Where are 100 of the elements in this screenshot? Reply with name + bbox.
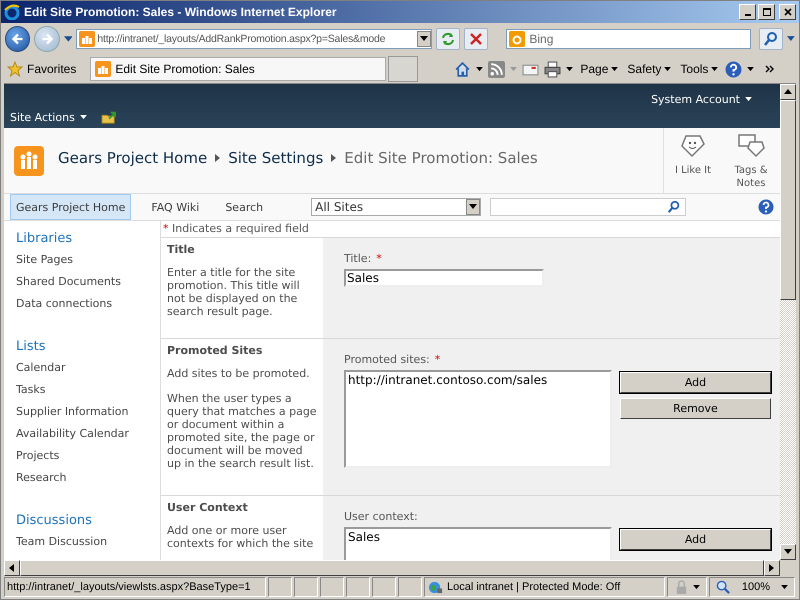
caret-icon[interactable] xyxy=(780,584,788,590)
section-description: When the user types a query that matches a page or document within a promoted site, the page or document will be moved up in the search result list. xyxy=(167,392,317,470)
section-description: Add sites to be promoted. xyxy=(167,367,311,380)
quick-launch-link[interactable]: Tasks xyxy=(16,379,160,401)
site-search-field[interactable] xyxy=(490,198,686,216)
star-icon xyxy=(7,61,23,77)
refresh-button[interactable] xyxy=(436,28,460,50)
breadcrumb-link[interactable]: Gears Project Home xyxy=(58,148,208,166)
window-title: Edit Site Promotion: Sales - Windows Internet Explorer xyxy=(24,5,338,19)
caret-icon[interactable] xyxy=(747,66,754,72)
page-title: Edit Site Promotion: Sales xyxy=(344,148,538,166)
quick-launch-link[interactable]: Research xyxy=(16,467,160,489)
maximize-button[interactable] xyxy=(758,4,775,20)
scroll-up-icon[interactable] xyxy=(784,89,792,95)
caret-icon[interactable] xyxy=(693,584,700,590)
quick-launch-heading[interactable]: Discussions xyxy=(16,511,160,531)
home-icon[interactable] xyxy=(454,60,472,78)
command-menu[interactable]: Page xyxy=(578,62,620,76)
breadcrumb-link[interactable]: Site Settings xyxy=(228,148,324,166)
printer-icon[interactable] xyxy=(544,60,562,78)
quick-launch-link[interactable]: Calendar xyxy=(16,357,160,379)
search-scope-dropdown[interactable]: All Sites xyxy=(311,198,482,216)
address-bar[interactable]: http://intranet/_layouts/AddRankPromotion.aspx?p=Sales&mode xyxy=(76,29,432,49)
form-button[interactable]: Add xyxy=(620,529,771,550)
quick-launch-link[interactable]: Data connections xyxy=(16,293,160,315)
caret-icon xyxy=(745,97,752,102)
tag-note-icon xyxy=(736,132,766,158)
quick-launch-link[interactable]: Availability Calendar xyxy=(16,423,160,445)
scroll-right-icon[interactable] xyxy=(769,564,775,572)
caret-icon xyxy=(420,36,428,42)
status-pane xyxy=(268,577,292,597)
command-menu[interactable]: Safety xyxy=(625,62,674,76)
address-dropdown-button[interactable] xyxy=(417,31,432,47)
form-button[interactable]: Add xyxy=(620,372,771,393)
search-box[interactable]: Bing xyxy=(506,29,752,49)
close-button[interactable] xyxy=(779,4,796,20)
section-title: User Context xyxy=(167,501,249,514)
status-pane xyxy=(294,577,318,597)
site-logo-icon xyxy=(14,146,44,176)
site-actions-menu[interactable]: Site Actions xyxy=(10,110,87,124)
top-nav-link[interactable]: Search xyxy=(219,194,270,220)
quick-launch-heading[interactable]: Lists xyxy=(16,337,160,357)
search-icon xyxy=(763,31,780,47)
list-entry[interactable]: Sales xyxy=(348,530,380,544)
vertical-scrollbar[interactable] xyxy=(780,84,796,560)
back-button[interactable] xyxy=(5,26,30,52)
list-box[interactable]: http://intranet.contoso.com/sales xyxy=(344,370,612,468)
site-logo-icon xyxy=(79,31,96,47)
help-icon[interactable] xyxy=(758,199,774,215)
quick-launch-link[interactable]: Team Discussion xyxy=(16,531,160,553)
caret-icon[interactable] xyxy=(476,66,484,72)
social-button[interactable]: Tags & Notes xyxy=(722,128,780,193)
close-icon xyxy=(782,7,792,17)
list-entry[interactable]: http://intranet.contoso.com/sales xyxy=(348,373,548,387)
minimize-icon xyxy=(744,14,750,16)
zoom-icon[interactable] xyxy=(716,580,731,594)
caret-icon xyxy=(711,66,718,72)
folder-arrow-icon[interactable] xyxy=(100,110,117,124)
section-title: Title xyxy=(167,243,196,256)
command-menu[interactable]: Tools xyxy=(678,62,720,76)
status-url: http://intranet/_layouts/viewlsts.aspx?BaseType=1 xyxy=(4,577,266,597)
search-button[interactable] xyxy=(759,28,784,50)
quick-launch-link[interactable]: Supplier Information xyxy=(16,401,160,423)
quick-launch-link[interactable]: Projects xyxy=(16,445,160,467)
help-icon[interactable] xyxy=(725,60,742,78)
stop-button[interactable] xyxy=(464,28,488,50)
tab-title: Edit Site Promotion: Sales xyxy=(115,62,255,76)
caret-icon xyxy=(80,114,87,120)
quick-launch-heading[interactable]: Libraries xyxy=(16,229,160,249)
account-menu[interactable]: System Account xyxy=(651,93,752,106)
section-title: Promoted Sites xyxy=(167,344,264,357)
search-options-icon[interactable] xyxy=(787,36,795,42)
form-button[interactable]: Remove xyxy=(620,398,771,419)
chevron-icon[interactable] xyxy=(765,65,776,73)
favorites-button[interactable]: Favorites xyxy=(7,61,76,77)
top-nav-link[interactable]: FAQ Wiki xyxy=(145,194,206,220)
site-logo-icon xyxy=(95,61,112,77)
list-box[interactable]: Sales xyxy=(344,527,612,560)
globe-icon xyxy=(428,580,443,594)
scroll-left-icon[interactable] xyxy=(9,564,15,572)
history-dropdown-icon[interactable] xyxy=(64,36,72,42)
social-button[interactable]: I Like It xyxy=(664,128,722,193)
stop-icon xyxy=(468,31,484,47)
field-label: Promoted sites: xyxy=(344,353,430,366)
rss-icon[interactable] xyxy=(488,60,506,78)
title-input[interactable]: Sales xyxy=(344,269,544,287)
caret-icon[interactable] xyxy=(566,66,574,72)
required-note: Indicates a required field xyxy=(172,222,309,235)
scroll-down-icon[interactable] xyxy=(784,549,792,555)
status-pane xyxy=(346,577,370,597)
minimize-button[interactable] xyxy=(739,4,756,20)
field-label: Title: xyxy=(344,252,372,265)
top-nav-link[interactable]: Gears Project Home xyxy=(10,194,132,220)
status-pane xyxy=(372,577,396,597)
quick-launch-link[interactable]: Site Pages xyxy=(16,249,160,271)
browser-tab[interactable]: Edit Site Promotion: Sales xyxy=(90,57,386,81)
search-icon[interactable] xyxy=(667,200,682,214)
status-pane xyxy=(320,577,344,597)
required-mark: * xyxy=(376,252,382,265)
quick-launch-link[interactable]: Shared Documents xyxy=(16,271,160,293)
